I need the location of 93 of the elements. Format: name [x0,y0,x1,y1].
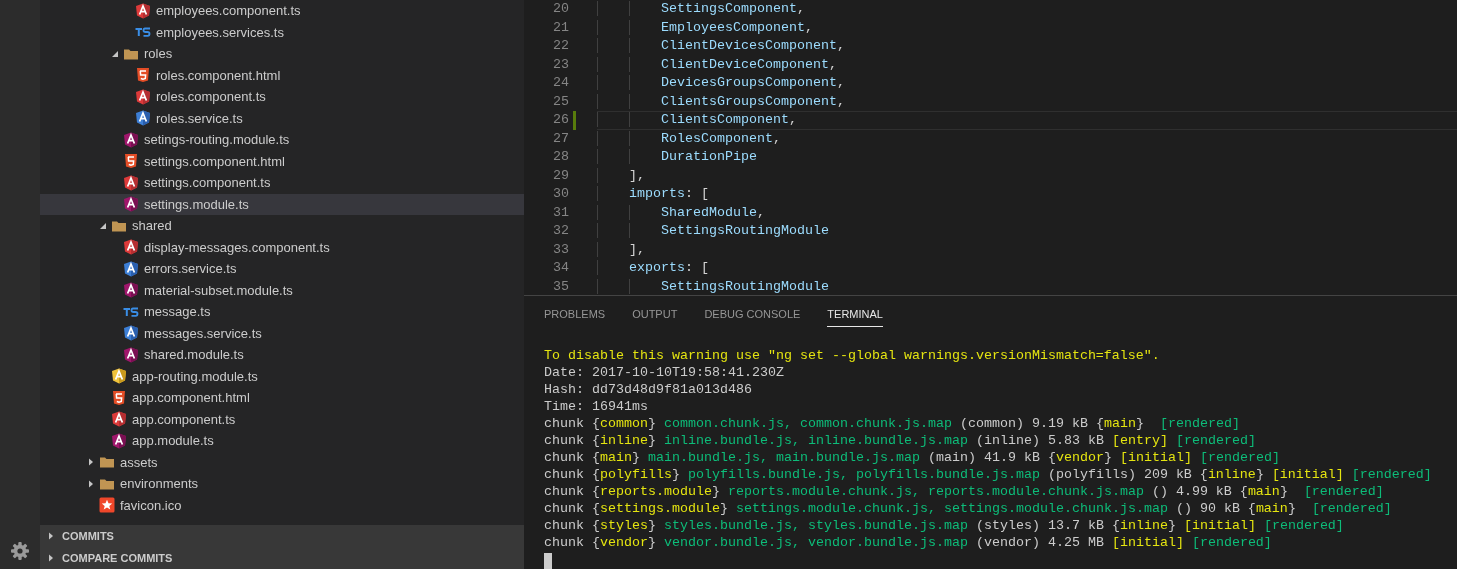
line-number: 34 [552,259,569,278]
line-number: 29 [552,166,569,185]
code-line: DurationPipe [597,148,1457,167]
panel-tab[interactable]: PROBLEMS [544,306,606,327]
tree-item[interactable]: app-routing.module.ts [40,365,524,387]
terminal-line: chunk {inline} inline.bundle.js, inline.bundle.js.map (inline) 5.83 kB [entry] [rendered] [544,431,1257,449]
terminal-line: chunk {vendor} vendor.bundle.js, vendor.bundle.js.map (vendor) 4.25 MB [initial] [rendered] [544,533,1273,551]
tree-item[interactable]: settings.component.ts [40,172,524,194]
terminal-line: chunk {main} main.bundle.js, main.bundle.js.map (main) 41.9 kB {vendor} [initial] [rendered] [544,448,1281,466]
line-number: 31 [552,203,569,222]
shield-icon [123,325,139,342]
shield-icon [123,131,139,148]
code-line: ClientDevicesComponent, [597,37,1457,56]
shield-icon [111,411,127,428]
tree-item[interactable]: messages.service.ts [40,322,524,344]
line-number: 26 [552,111,569,130]
panel-tab[interactable]: TERMINAL [827,306,883,327]
line-number: 20 [552,0,569,19]
section-header[interactable]: COMPARE COMMITS [40,547,524,569]
terminal-line: chunk {settings.module} settings.module.chunk.js, settings.module.chunk.js.map () 90 kB {main} [rendered] [544,499,1393,517]
tree-item[interactable]: employees.component.ts [40,0,524,22]
shield-icon [135,2,151,19]
terminal-line: chunk {reports.module} reports.module.chunk.js, reports.module.chunk.js.map () 4.99 kB {main} [rendered] [544,482,1385,500]
shield-icon [123,196,139,213]
section-header[interactable]: COMMITS [40,525,524,547]
code-line: DevicesGroupsComponent, [597,74,1457,93]
code-line: ClientsComponent, [597,111,1457,130]
terminal-line: Time: 16941ms [544,397,649,415]
tree-item[interactable]: roles.component.ts [40,86,524,108]
line-number: 25 [552,92,569,111]
tree-item[interactable]: assets [40,451,524,473]
code-line: exports: [ [597,259,1457,278]
code-line: SettingsComponent, [597,0,1457,19]
panel-tab[interactable]: DEBUG CONSOLE [704,306,801,327]
shield-icon [123,282,139,299]
code-line: RolesComponent, [597,129,1457,148]
terminal-cursor [544,552,552,569]
terminal-line: Date: 2017-10-10T19:58:41.230Z [544,363,785,381]
terminal-line: To disable this warning use "ng set --global warnings.versionMismatch=false". [544,346,1161,364]
code-line: SettingsRoutingModule [597,222,1457,241]
tree-item[interactable]: material-subset.module.ts [40,279,524,301]
tree-item[interactable]: roles.component.html [40,64,524,86]
html-icon [111,389,127,406]
line-number: 32 [552,222,569,241]
shield-icon [135,88,151,105]
terminal-line: chunk {polyfills} polyfills.bundle.js, polyfills.bundle.js.map (polyfills) 209 kB {inline} [initial] [rendered] [544,465,1433,483]
line-number: 30 [552,185,569,204]
tree-item[interactable]: app.component.html [40,387,524,409]
line-number: 21 [552,18,569,37]
line-number: 27 [552,129,569,148]
tree-item[interactable]: setings-routing.module.ts [40,129,524,151]
terminal-line: Hash: dd73d48d9f81a013d486 [544,380,753,398]
line-number: 22 [552,37,569,56]
tree-item[interactable]: shared.module.ts [40,344,524,366]
tree-item[interactable]: errors.service.ts [40,258,524,280]
tree-item[interactable]: app.component.ts [40,408,524,430]
tree-item[interactable]: app.module.ts [40,430,524,452]
shield-icon [111,368,127,385]
tree-item[interactable]: roles [40,43,524,65]
code-line: SettingsRoutingModule [597,277,1457,295]
code-line: EmployeesComponent, [597,18,1457,37]
html-icon [123,153,139,170]
terminal-line: chunk {styles} styles.bundle.js, styles.bundle.js.map (styles) 13.7 kB {inline} [initial] [rendered] [544,516,1345,534]
tree-item[interactable]: employees.services.ts [40,21,524,43]
code-line: ClientsGroupsComponent, [597,92,1457,111]
tree-item[interactable]: environments [40,473,524,495]
shield-icon [111,432,127,449]
tree-item[interactable]: settings.module.ts [40,193,524,215]
code-line: SharedModule, [597,203,1457,222]
shield-icon [135,110,151,127]
line-number: 35 [552,277,569,295]
code-line: ], [597,240,1457,259]
tree-item[interactable]: favicon.ico [40,494,524,516]
html-icon [135,67,151,84]
code-line: imports: [ [597,185,1457,204]
shield-icon [123,260,139,277]
shield-icon [123,239,139,256]
line-number: 23 [552,55,569,74]
tree-item[interactable]: shared [40,215,524,237]
settings-icon[interactable] [10,541,30,561]
line-number: 33 [552,240,569,259]
shield-icon [123,174,139,191]
panel-tab[interactable]: OUTPUT [632,306,678,327]
code-line: ClientDeviceComponent, [597,55,1457,74]
tree-item[interactable]: roles.service.ts [40,107,524,129]
tree-item[interactable]: display-messages.component.ts [40,236,524,258]
line-number: 28 [552,148,569,167]
code-line: ], [597,166,1457,185]
line-number: 24 [552,74,569,93]
terminal-line: chunk {common} common.chunk.js, common.chunk.js.map (common) 9.19 kB {main} [rendered] [544,414,1241,432]
tree-item[interactable]: settings.component.html [40,150,524,172]
tree-item[interactable]: message.ts [40,301,524,323]
shield-icon [123,346,139,363]
